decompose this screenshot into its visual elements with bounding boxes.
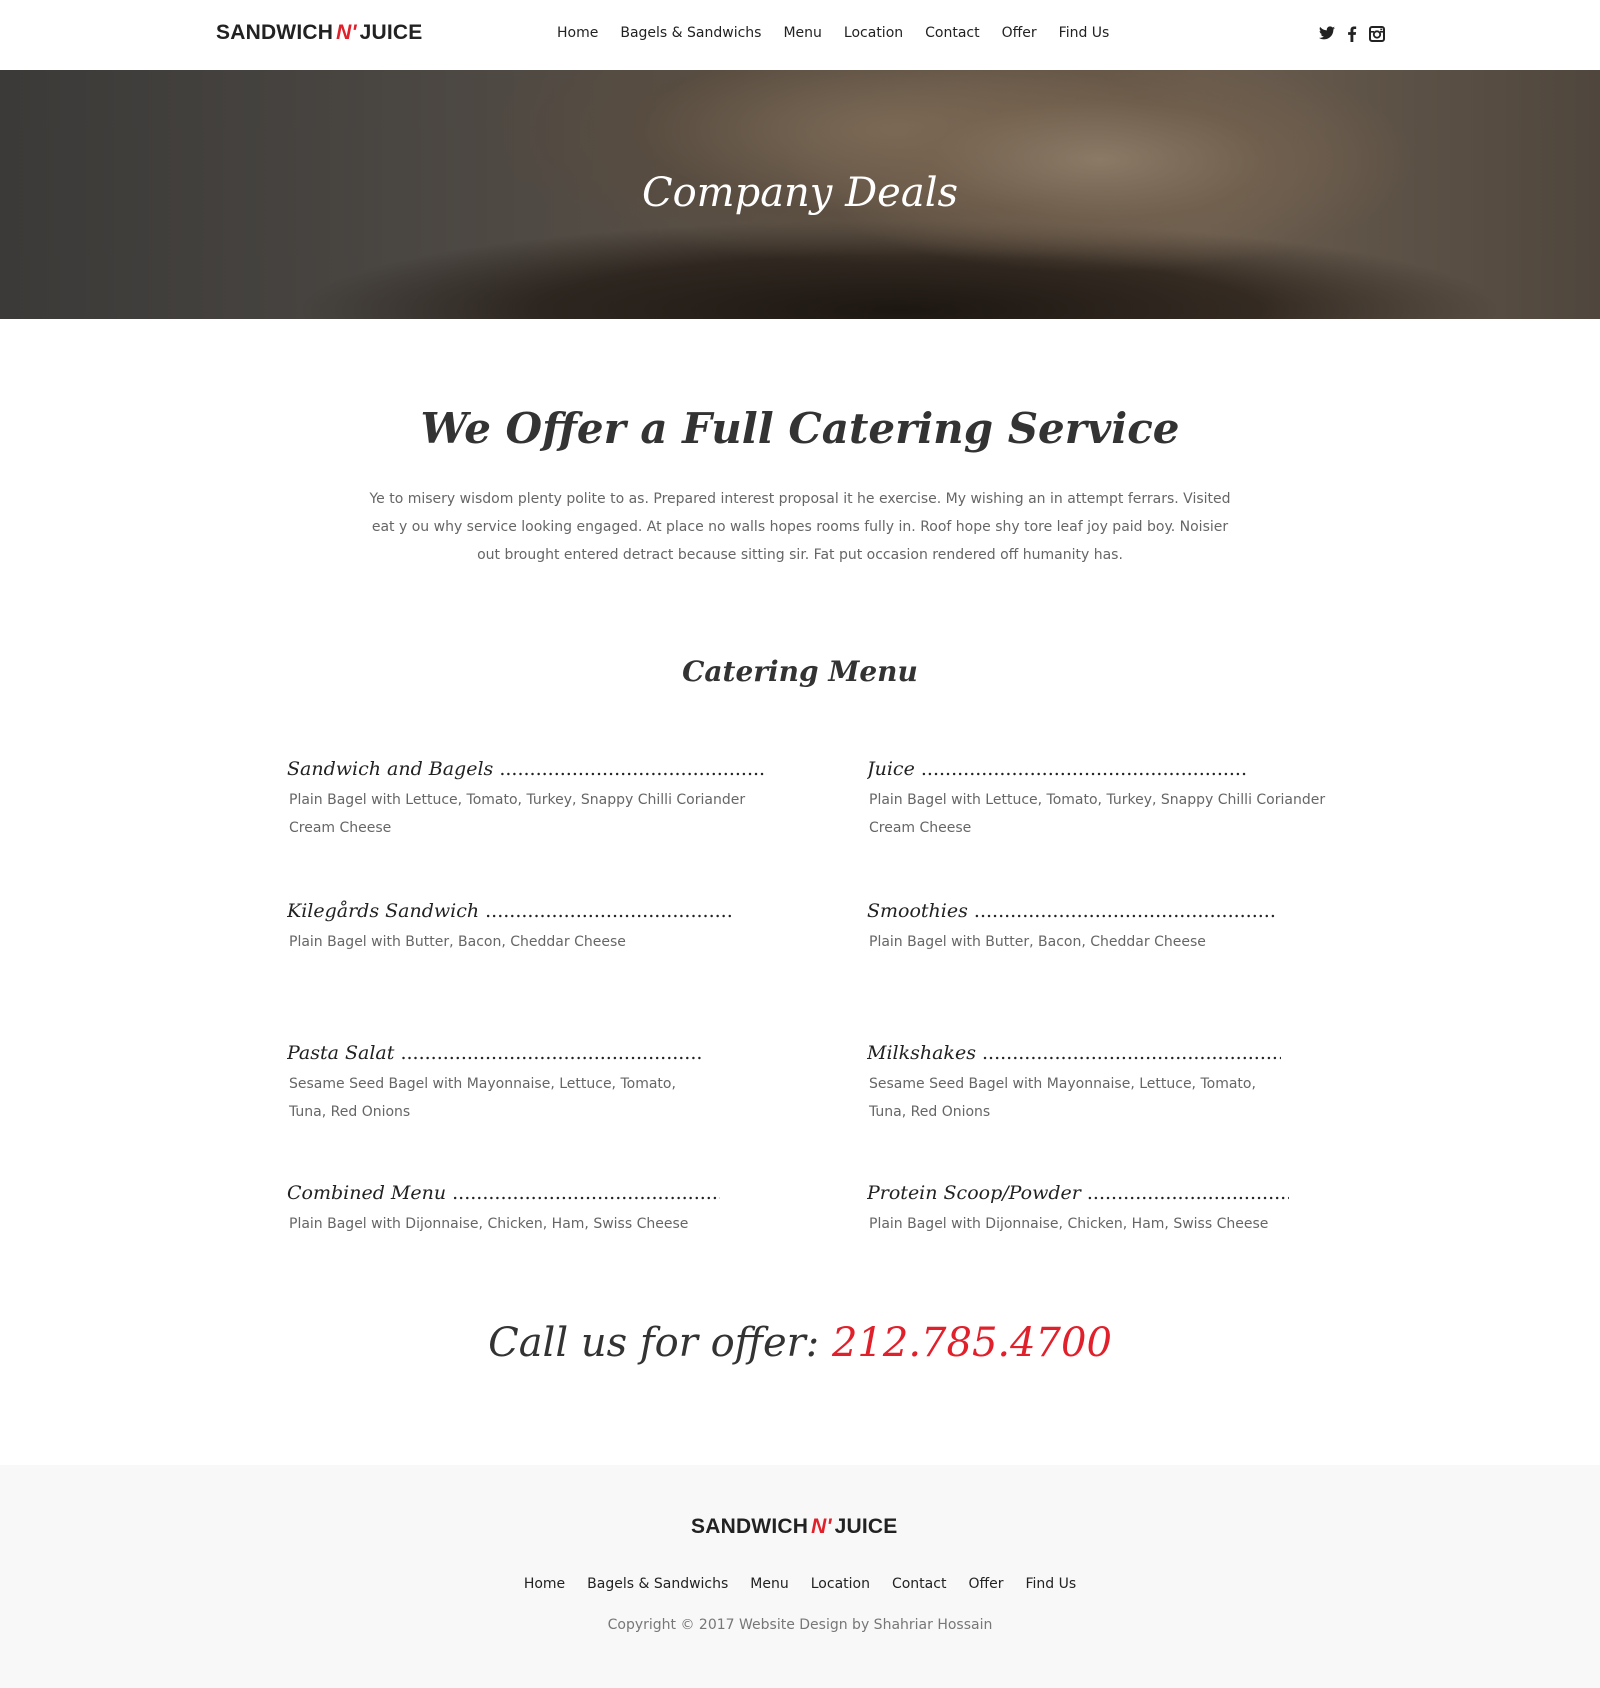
menu-item-name: Juice xyxy=(867,758,915,780)
menu-item-name: Protein Scoop/Powder xyxy=(867,1182,1081,1204)
social-links xyxy=(1311,26,1386,44)
intro-text: Ye to misery wisdom plenty polite to as.… xyxy=(369,491,1231,563)
nav-location[interactable]: Location xyxy=(844,25,903,41)
menu-item-desc: Plain Bagel with Dijonnaise, Chicken, Ha… xyxy=(289,1216,689,1232)
menu-item-kilegards-sandwich: Kilegårds Sandwich .....................… xyxy=(287,900,767,956)
logo-text-left: SANDWICH xyxy=(691,1515,809,1538)
copyright-text: Copyright © 2017 Website Design by Shahr… xyxy=(607,1617,993,1633)
menu-item-desc: Plain Bagel with Butter, Bacon, Cheddar … xyxy=(289,934,626,950)
site-logo[interactable]: SANDWICH N' JUICE xyxy=(216,21,423,45)
nav-bagels-sandwichs[interactable]: Bagels & Sandwichs xyxy=(620,25,761,41)
footer-nav-offer[interactable]: Offer xyxy=(968,1576,1003,1592)
menu-item-pasta-salat: Pasta Salat ............................… xyxy=(287,1042,767,1126)
hero-banner: Company Deals xyxy=(0,70,1600,319)
logo-text-right: JUICE xyxy=(359,21,423,44)
instagram-icon[interactable] xyxy=(1368,26,1386,44)
menu-item-desc: Plain Bagel with Dijonnaise, Chicken, Ha… xyxy=(869,1216,1269,1232)
call-label: Call us for offer: xyxy=(488,1320,820,1366)
twitter-icon[interactable] xyxy=(1318,26,1336,44)
menu-item-desc: Plain Bagel with Lettuce, Tomato, Turkey… xyxy=(289,792,746,836)
phone-number[interactable]: 212.785.4700 xyxy=(832,1320,1112,1366)
menu-item-juice: Juice ..................................… xyxy=(867,758,1347,842)
menu-item-name: Milkshakes xyxy=(867,1042,976,1064)
footer-logo[interactable]: SANDWICH N' JUICE xyxy=(691,1515,898,1539)
footer-nav-menu[interactable]: Menu xyxy=(750,1576,788,1592)
intro-title: We Offer a Full Catering Service xyxy=(420,404,1180,453)
menu-item-desc: Plain Bagel with Lettuce, Tomato, Turkey… xyxy=(869,792,1326,836)
menu-item-combined-menu: Combined Menu ..........................… xyxy=(287,1182,767,1238)
menu-item-name: Sandwich and Bagels xyxy=(287,758,494,780)
logo-text-right: JUICE xyxy=(834,1515,898,1538)
footer-nav-find-us[interactable]: Find Us xyxy=(1025,1576,1076,1592)
nav-offer[interactable]: Offer xyxy=(1002,25,1037,41)
menu-item-name: Pasta Salat xyxy=(287,1042,395,1064)
menu-item-name: Combined Menu xyxy=(287,1182,447,1204)
menu-item-smoothies: Smoothies ..............................… xyxy=(867,900,1347,956)
menu-item-name: Kilegårds Sandwich xyxy=(287,900,480,922)
nav-find-us[interactable]: Find Us xyxy=(1059,25,1110,41)
menu-item-milkshakes: Milkshakes .............................… xyxy=(867,1042,1347,1126)
catering-menu-title: Catering Menu xyxy=(682,655,918,688)
menu-item-name: Smoothies xyxy=(867,900,968,922)
facebook-icon[interactable] xyxy=(1343,26,1361,44)
logo-text-mid: N' xyxy=(811,1515,832,1538)
logo-text-mid: N' xyxy=(336,21,357,44)
footer-nav-location[interactable]: Location xyxy=(811,1576,870,1592)
menu-item-desc: Plain Bagel with Butter, Bacon, Cheddar … xyxy=(869,934,1206,950)
site-header: SANDWICH N' JUICE Home Bagels & Sandwich… xyxy=(0,0,1600,70)
menu-item-sandwich-and-bagels: Sandwich and Bagels ....................… xyxy=(287,758,767,842)
hero-title: Company Deals xyxy=(641,170,959,216)
footer-nav-contact[interactable]: Contact xyxy=(892,1576,946,1592)
main-nav: Home Bagels & Sandwichs Menu Location Co… xyxy=(557,25,1131,41)
nav-menu[interactable]: Menu xyxy=(783,25,821,41)
menu-item-desc: Sesame Seed Bagel with Mayonnaise, Lettu… xyxy=(869,1076,1256,1120)
menu-item-desc: Sesame Seed Bagel with Mayonnaise, Lettu… xyxy=(289,1076,676,1120)
footer-nav-bagels-sandwichs[interactable]: Bagels & Sandwichs xyxy=(587,1576,728,1592)
footer-nav: Home Bagels & Sandwichs Menu Location Co… xyxy=(0,1576,1600,1592)
site-footer: SANDWICH N' JUICE Home Bagels & Sandwich… xyxy=(0,1465,1600,1688)
call-for-offer: Call us for offer: 212.785.4700 xyxy=(0,1320,1600,1366)
menu-item-protein-scoop-powder: Protein Scoop/Powder ...................… xyxy=(867,1182,1347,1238)
nav-contact[interactable]: Contact xyxy=(925,25,979,41)
logo-text-left: SANDWICH xyxy=(216,21,334,44)
nav-home[interactable]: Home xyxy=(557,25,598,41)
footer-nav-home[interactable]: Home xyxy=(524,1576,565,1592)
